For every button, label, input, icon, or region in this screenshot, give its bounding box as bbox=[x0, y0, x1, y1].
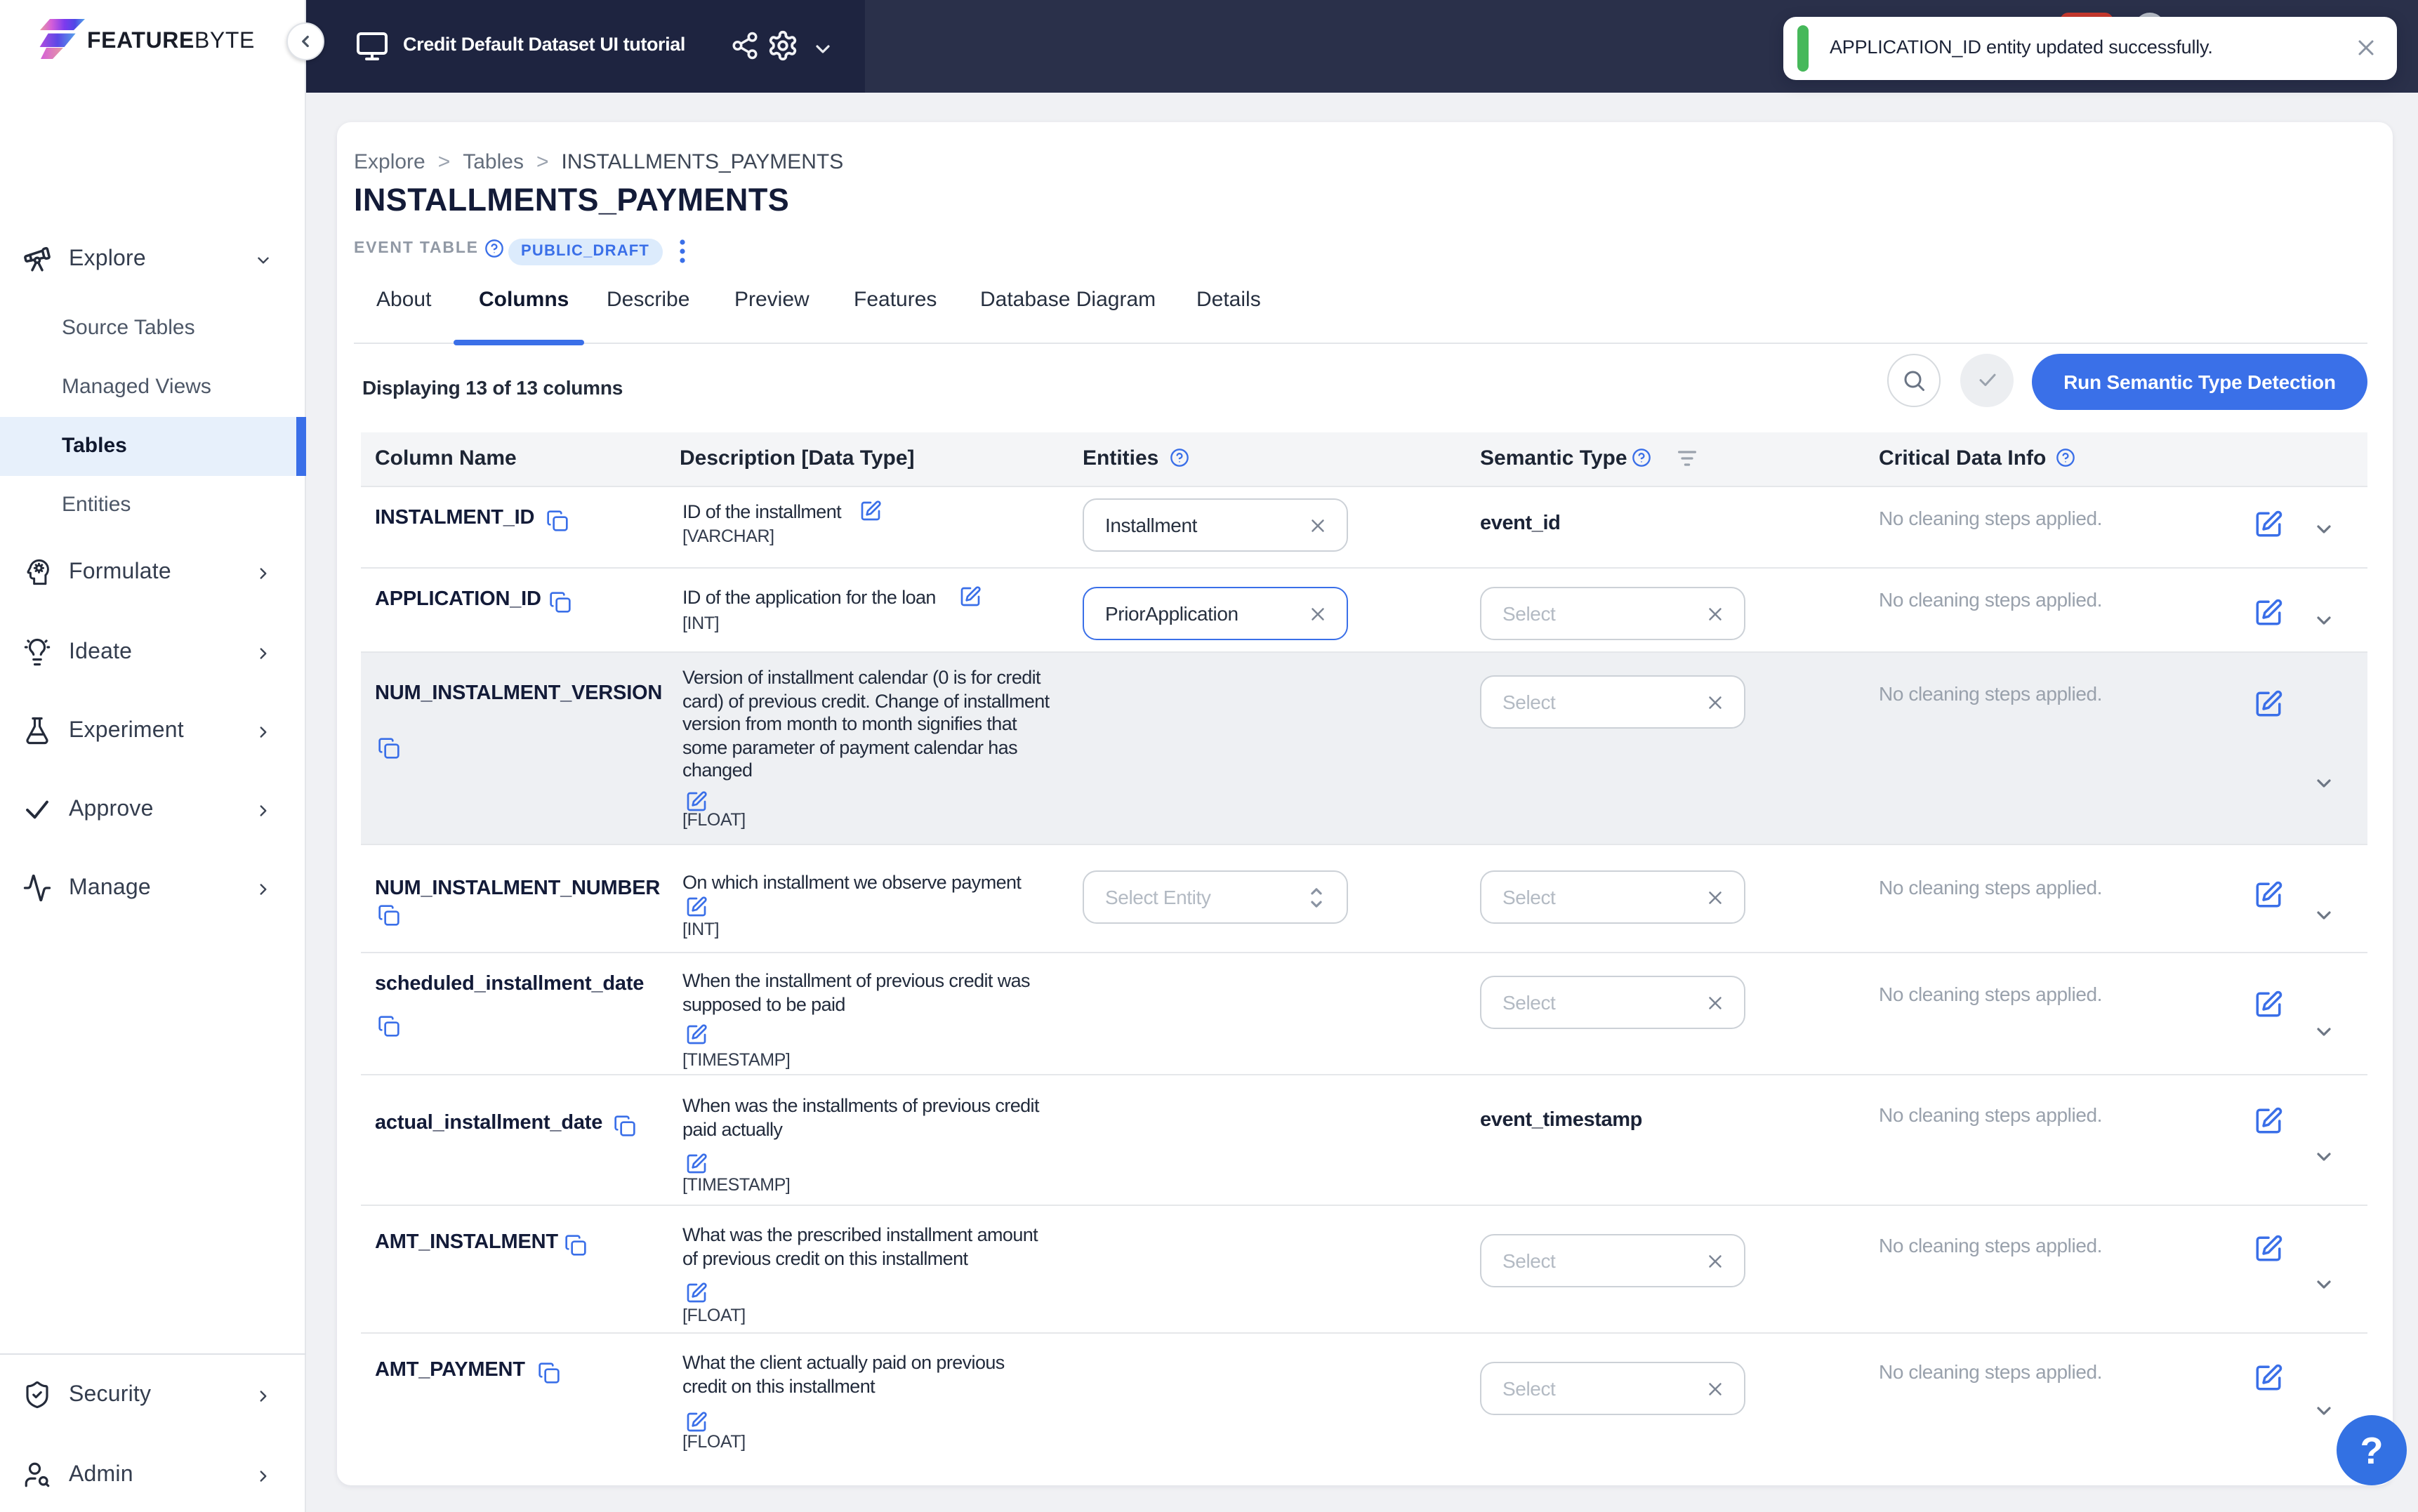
svg-text:?: ? bbox=[2360, 1430, 2384, 1472]
